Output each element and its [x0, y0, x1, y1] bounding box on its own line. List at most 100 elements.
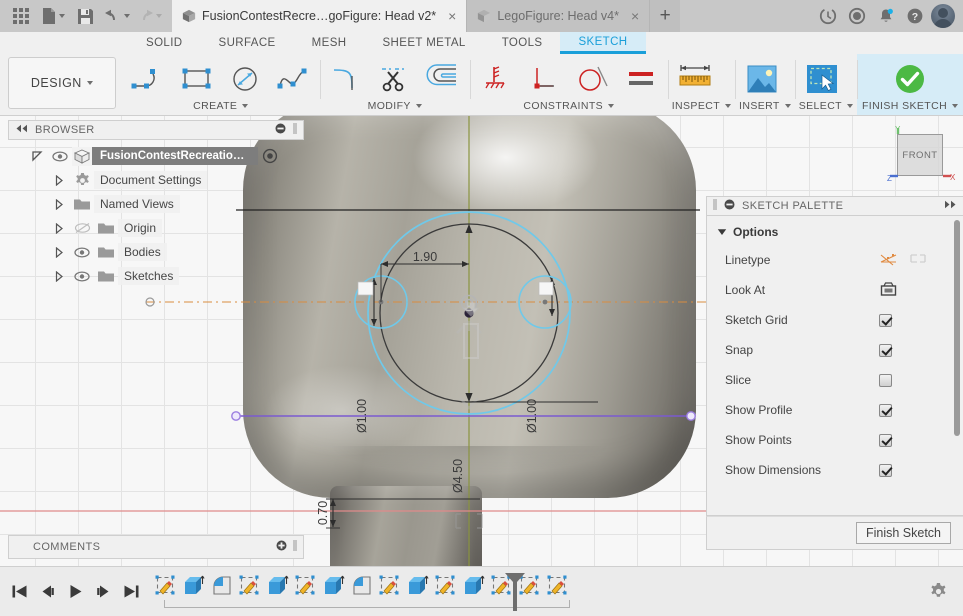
timeline-marker[interactable]: [504, 572, 526, 615]
show-profile-checkbox[interactable]: [879, 403, 892, 417]
look-at-icon[interactable]: [879, 281, 898, 300]
undo-button[interactable]: [102, 2, 132, 30]
apps-grid-button[interactable]: [6, 2, 36, 30]
collapse-left-icon[interactable]: [15, 124, 28, 136]
options-section-header[interactable]: Options: [707, 216, 963, 245]
chevron-right-icon[interactable]: [48, 222, 70, 234]
tab-mesh[interactable]: MESH: [294, 32, 365, 54]
visibility-eye-icon[interactable]: [48, 150, 72, 162]
add-comment-icon[interactable]: [276, 540, 287, 554]
close-icon[interactable]: ×: [631, 9, 639, 23]
fix-constraint-tool[interactable]: [474, 61, 520, 97]
play-button[interactable]: [62, 579, 88, 605]
spline-tool[interactable]: [270, 61, 316, 97]
minimize-icon[interactable]: [275, 123, 286, 137]
document-tab-active[interactable]: FusionContestRecre…goFigure: Head v2* ×: [172, 0, 468, 32]
job-status-icon[interactable]: [815, 3, 841, 29]
ribbon-group-label-create[interactable]: CREATE: [126, 100, 316, 113]
account-avatar[interactable]: [931, 4, 955, 28]
palette-scrollbar[interactable]: [954, 220, 960, 436]
timeline-feature-extrude[interactable]: [266, 574, 290, 598]
grip-icon[interactable]: [713, 199, 717, 213]
ribbon-group-label-inspect[interactable]: INSPECT: [672, 100, 732, 113]
timeline-feature-sketch[interactable]: [434, 574, 458, 598]
timeline-feature-extrude[interactable]: [462, 574, 486, 598]
slice-checkbox[interactable]: [879, 373, 892, 387]
show-dimensions-checkbox[interactable]: [879, 463, 892, 477]
select-window-tool[interactable]: [799, 61, 845, 97]
comments-panel[interactable]: COMMENTS: [8, 535, 304, 559]
chevron-right-icon[interactable]: [48, 270, 70, 282]
ribbon-group-label-constraints[interactable]: CONSTRAINTS: [474, 100, 664, 113]
snap-checkbox[interactable]: [879, 343, 892, 357]
activate-component-icon[interactable]: [258, 148, 282, 164]
fillet-tool[interactable]: [324, 61, 370, 97]
notifications-icon[interactable]: [873, 3, 899, 29]
browser-root-label[interactable]: FusionContestRecreationLeg…: [92, 147, 258, 165]
eye-hidden-icon[interactable]: [70, 222, 94, 234]
browser-item-origin[interactable]: Origin: [48, 216, 304, 240]
step-back-button[interactable]: [34, 579, 60, 605]
new-file-button[interactable]: [38, 2, 68, 30]
sketch-grid-checkbox[interactable]: [879, 313, 892, 327]
expand-triangle-icon[interactable]: [26, 150, 48, 162]
recent-activity-icon[interactable]: [844, 3, 870, 29]
perpendicular-constraint-tool[interactable]: [522, 61, 568, 97]
timeline-feature-extrude[interactable]: [406, 574, 430, 598]
timeline-settings-button[interactable]: [913, 582, 963, 601]
finish-sketch-tool[interactable]: [887, 61, 933, 97]
construction-line-icon[interactable]: [879, 251, 898, 269]
save-button[interactable]: [70, 2, 100, 30]
grip-icon[interactable]: [293, 540, 297, 554]
browser-item-sketches[interactable]: Sketches: [48, 264, 304, 288]
offset-tool[interactable]: [420, 61, 466, 97]
lego-head-model[interactable]: [243, 116, 696, 498]
ribbon-group-label-finish-sketch[interactable]: FINISH SKETCH: [861, 100, 959, 113]
chevron-right-icon[interactable]: [48, 246, 70, 258]
tab-tools[interactable]: TOOLS: [484, 32, 561, 54]
grip-icon[interactable]: [293, 123, 297, 137]
circle-tool[interactable]: [222, 61, 268, 97]
chevron-right-icon[interactable]: [48, 198, 70, 210]
chevron-right-icon[interactable]: [48, 174, 70, 186]
timeline-feature-fillet[interactable]: [210, 574, 234, 598]
redo-button[interactable]: [134, 2, 164, 30]
tab-sketch[interactable]: SKETCH: [560, 32, 646, 54]
workspace-selector[interactable]: DESIGN: [8, 57, 116, 109]
expand-right-icon[interactable]: [944, 200, 957, 212]
go-to-end-button[interactable]: [118, 579, 144, 605]
measure-tool[interactable]: [672, 61, 718, 97]
browser-item-document-settings[interactable]: Document Settings: [48, 168, 304, 192]
minimize-icon[interactable]: [724, 199, 735, 213]
timeline-feature-sketch[interactable]: [294, 574, 318, 598]
timeline-track[interactable]: [154, 570, 913, 614]
show-points-checkbox[interactable]: [879, 433, 892, 447]
tab-sheet-metal[interactable]: SHEET METAL: [364, 32, 483, 54]
ribbon-group-label-insert[interactable]: INSERT: [739, 100, 791, 113]
close-icon[interactable]: ×: [448, 9, 456, 23]
browser-item-named-views[interactable]: Named Views: [48, 192, 304, 216]
centerline-icon[interactable]: [908, 251, 927, 269]
document-tab-inactive[interactable]: LegoFigure: Head v4* ×: [467, 0, 651, 32]
browser-item-bodies[interactable]: Bodies: [48, 240, 304, 264]
step-forward-button[interactable]: [90, 579, 116, 605]
ribbon-group-label-select[interactable]: SELECT: [799, 100, 853, 113]
tangent-constraint-tool[interactable]: [570, 61, 616, 97]
timeline-feature-fillet[interactable]: [350, 574, 374, 598]
timeline-feature-sketch[interactable]: [378, 574, 402, 598]
tab-solid[interactable]: SOLID: [128, 32, 201, 54]
go-to-beginning-button[interactable]: [6, 579, 32, 605]
finish-sketch-button[interactable]: Finish Sketch: [855, 522, 951, 544]
browser-root-row[interactable]: FusionContestRecreationLeg…: [26, 144, 304, 168]
timeline-feature-sketch[interactable]: [154, 574, 178, 598]
rectangle-tool[interactable]: [174, 61, 220, 97]
visibility-eye-icon[interactable]: [70, 246, 94, 258]
insert-image-tool[interactable]: [739, 61, 785, 97]
line-tool[interactable]: [126, 61, 172, 97]
timeline-feature-extrude[interactable]: [182, 574, 206, 598]
help-icon[interactable]: ?: [902, 3, 928, 29]
new-tab-button[interactable]: +: [650, 0, 681, 32]
visibility-eye-icon[interactable]: [70, 270, 94, 282]
timeline-feature-extrude[interactable]: [322, 574, 346, 598]
view-cube[interactable]: FRONT Z X Y: [881, 125, 957, 191]
